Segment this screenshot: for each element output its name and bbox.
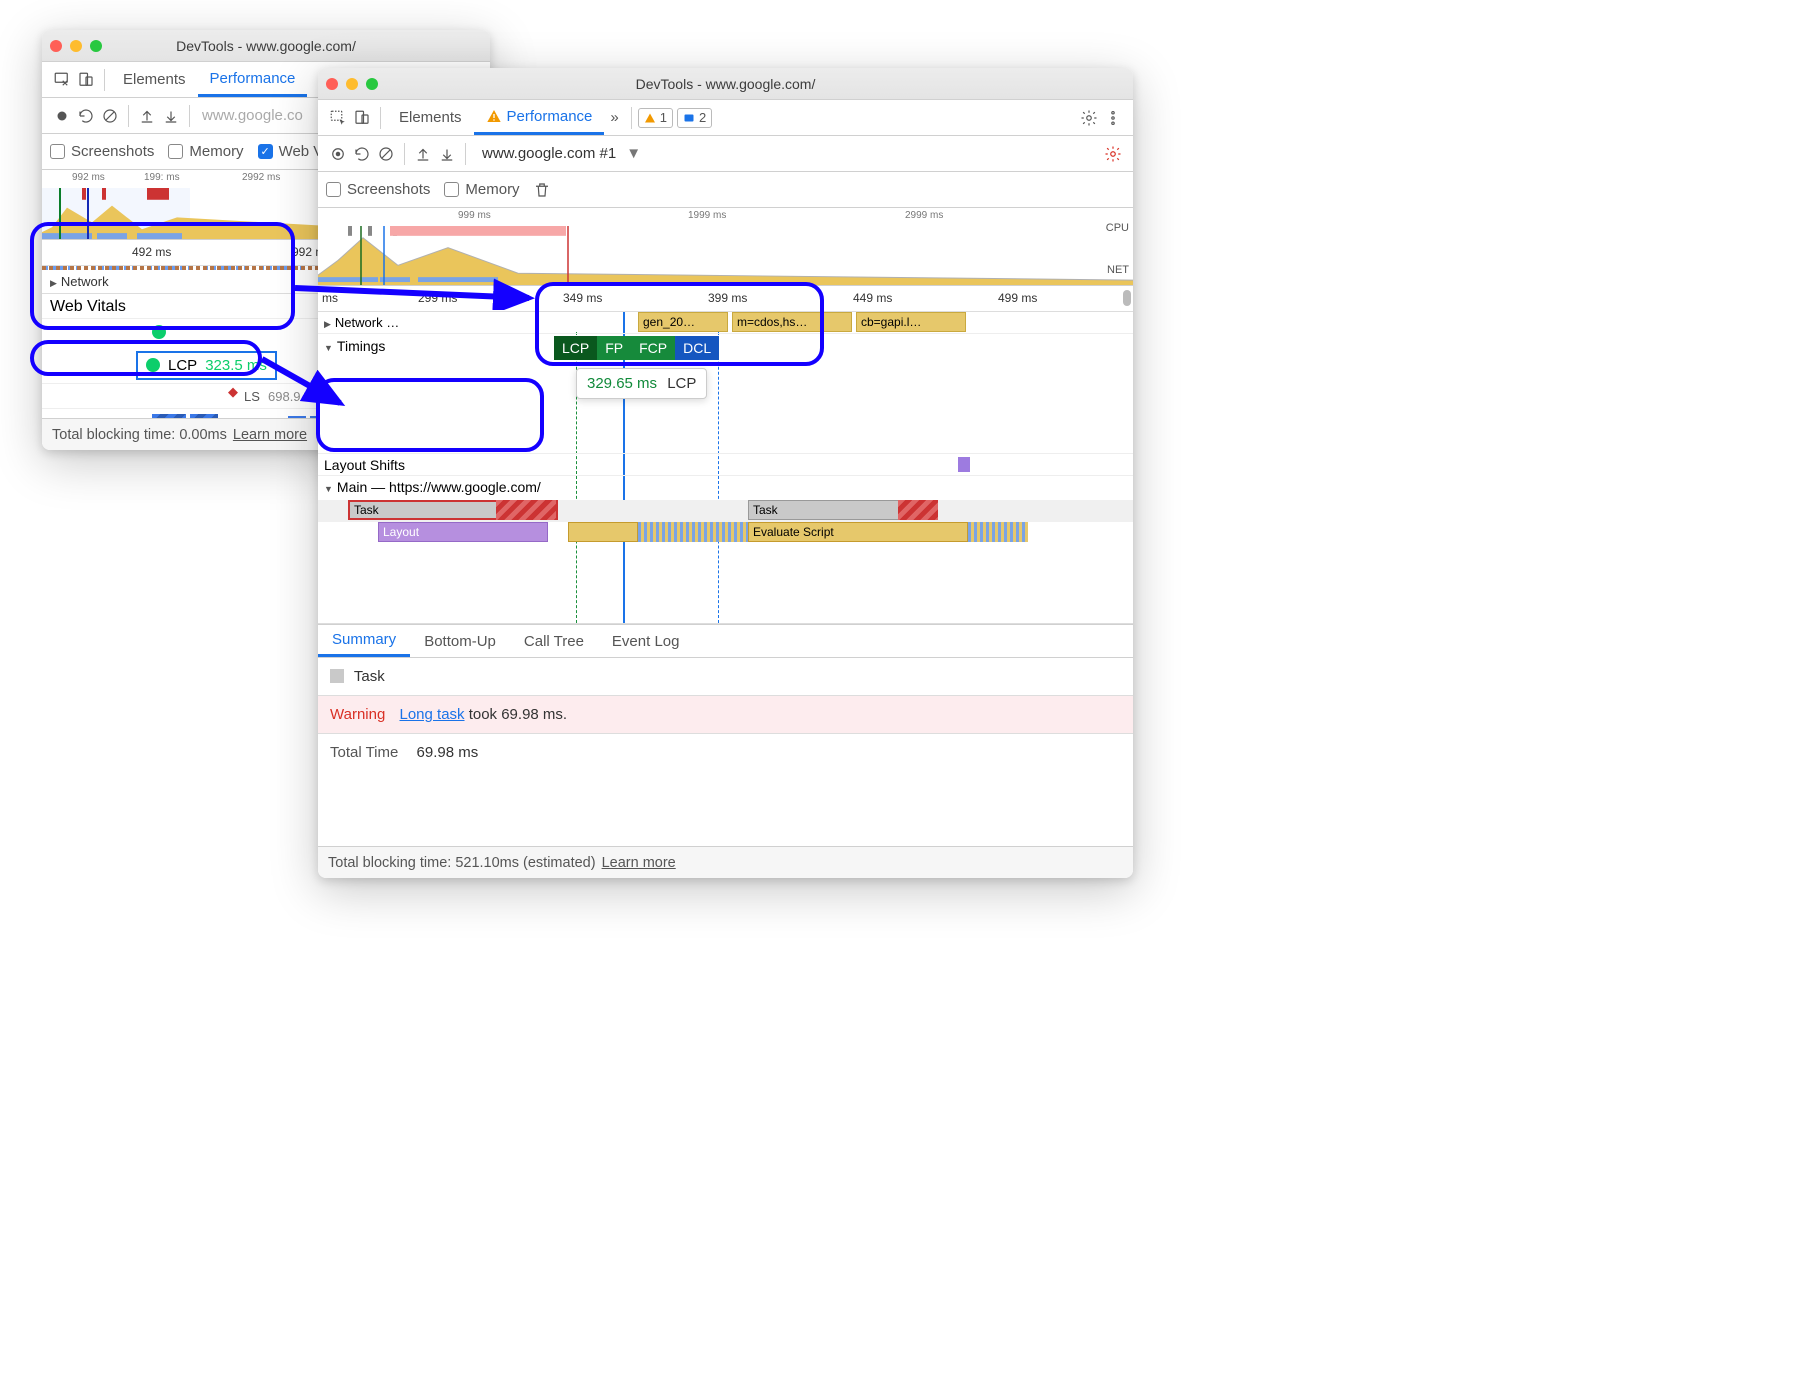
warning-row: Warning Long task took 69.98 ms. [318,696,1133,734]
arrow-webvitals-to-timings [293,270,539,310]
warning-count-value: 1 [660,110,667,125]
network-track-header[interactable]: Network … [324,315,399,330]
overview-tick: 1999 ms [688,210,726,221]
timing-tooltip: 329.65 ms LCP [576,368,707,399]
annotation-longtasks [30,340,262,376]
overview-tick: 2999 ms [905,210,943,221]
more-tabs-button[interactable]: » [604,100,624,135]
kebab-menu-icon[interactable] [1101,106,1125,130]
download-icon[interactable] [159,104,183,128]
tbt-text: Total blocking time: 521.10ms (estimated… [328,855,596,871]
learn-more-link[interactable]: Learn more [233,427,307,443]
ruler-tick: 449 ms [853,291,892,305]
checkbox-row: Screenshots Memory [318,172,1133,208]
chevron-down-icon[interactable]: ▼ [626,145,641,162]
reload-icon[interactable] [350,142,374,166]
screenshots-label: Screenshots [71,143,154,160]
overview-tick: 992 ms [72,172,105,183]
tab-elements[interactable]: Elements [111,62,198,97]
warning-count-badge[interactable]: 1 [638,108,673,128]
tab-performance[interactable]: Performance [474,100,605,135]
annotation-timings [535,282,824,366]
summary-task-label: Task [354,668,385,685]
upload-icon[interactable] [411,142,435,166]
titlebar[interactable]: DevTools - www.google.com/ [42,30,490,62]
tab-performance[interactable]: Performance [198,62,308,97]
warning-tail: took 69.98 ms. [465,706,568,723]
timing-tooltip-value: 329.65 ms [587,375,657,392]
clear-icon[interactable] [374,142,398,166]
download-icon[interactable] [435,142,459,166]
total-time-label: Total Time [330,744,398,761]
long-task-link[interactable]: Long task [399,706,464,723]
device-icon[interactable] [350,106,374,130]
capture-settings-icon[interactable] [1101,142,1125,166]
record-icon[interactable] [326,142,350,166]
ruler-tick: 499 ms [998,291,1037,305]
overview-tick: 2992 ms [242,172,280,183]
reload-icon[interactable] [74,104,98,128]
layout-entry[interactable]: Layout [378,522,548,542]
overview-tick: 199: ms [144,172,180,183]
device-icon[interactable] [74,68,98,92]
scrollbar-thumb[interactable] [1123,290,1131,306]
total-time-value: 69.98 ms [417,744,479,761]
memory-checkbox[interactable] [168,144,183,159]
tab-performance-label: Performance [507,108,593,125]
settings-gear-icon[interactable] [1077,106,1101,130]
url-label: www.google.co [202,107,303,124]
window-title: DevTools - www.google.com/ [42,38,490,54]
annotation-task [316,378,544,452]
tab-event-log[interactable]: Event Log [598,625,694,657]
main-track-header[interactable]: Main — https://www.google.com/ [324,479,541,495]
screenshots-label: Screenshots [347,181,430,198]
task-color-swatch [330,669,344,683]
memory-checkbox[interactable] [444,182,459,197]
tbt-text: Total blocking time: 0.00ms [52,427,227,443]
inspect-icon[interactable] [326,106,350,130]
devtools-window-new: DevTools - www.google.com/ Elements Perf… [318,68,1133,878]
memory-label: Memory [189,143,243,160]
tab-bottom-up[interactable]: Bottom-Up [410,625,510,657]
inspect-icon[interactable] [50,68,74,92]
recording-select[interactable]: www.google.com #1 [482,145,616,162]
screenshots-checkbox[interactable] [326,182,341,197]
network-entry[interactable]: cb=gapi.l… [856,312,966,332]
annotation-webvitals [30,222,295,330]
toolbar-row: www.google.com #1 ▼ [318,136,1133,172]
tab-elements[interactable]: Elements [387,100,474,135]
timings-track-header[interactable]: Timings [324,338,385,354]
upload-icon[interactable] [135,104,159,128]
layoutshifts-track-header[interactable]: Layout Shifts [324,457,405,473]
ls-label: LS [244,389,260,404]
titlebar[interactable]: DevTools - www.google.com/ [318,68,1133,100]
overview-tick: 999 ms [458,210,491,221]
record-icon[interactable] [50,104,74,128]
details-tabbar: Summary Bottom-Up Call Tree Event Log [318,624,1133,658]
clear-icon[interactable] [98,104,122,128]
tab-call-tree[interactable]: Call Tree [510,625,598,657]
warning-label: Warning [330,706,385,723]
layout-shift-marker[interactable] [958,457,970,472]
main-tabs-row: Elements Performance » 1 2 [318,100,1133,136]
window-title: DevTools - www.google.com/ [318,76,1133,92]
screenshots-checkbox[interactable] [50,144,65,159]
memory-label: Memory [465,181,519,198]
garbage-collect-icon[interactable] [530,178,554,202]
message-count-badge[interactable]: 2 [677,108,712,128]
arrow-longtasks-to-task [260,355,350,415]
status-bar: Total blocking time: 521.10ms (estimated… [318,846,1133,878]
tab-summary[interactable]: Summary [318,625,410,657]
message-count-value: 2 [699,110,706,125]
evaluate-script-entry[interactable]: Evaluate Script [748,522,968,542]
webvitals-checkbox[interactable]: ✓ [258,144,273,159]
learn-more-link[interactable]: Learn more [602,855,676,871]
timing-tooltip-label: LCP [667,375,696,392]
